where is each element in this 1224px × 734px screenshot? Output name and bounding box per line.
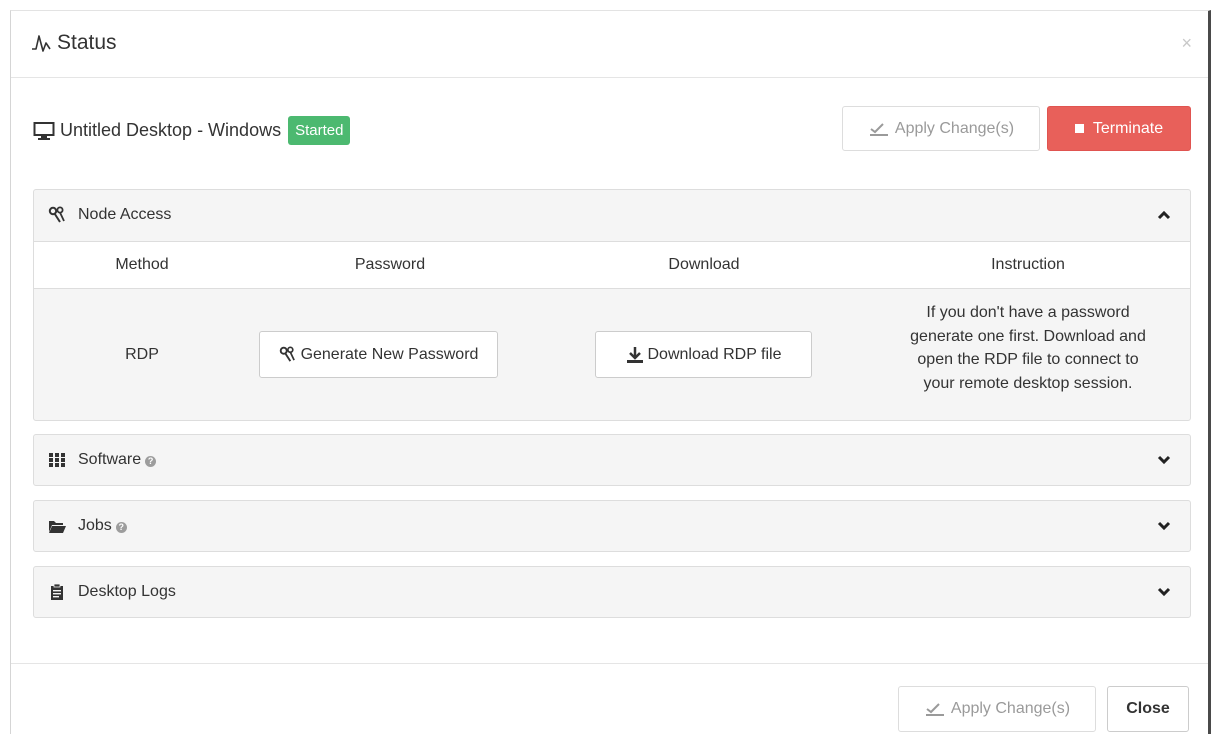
help-icon[interactable]: ?	[115, 521, 127, 533]
status-badge: Started	[288, 116, 351, 145]
download-rdp-label: Download RDP file	[647, 345, 782, 363]
terminate-label: Terminate	[1092, 119, 1164, 137]
desktop-logs-title: Desktop Logs	[78, 583, 176, 600]
modal-footer: Apply Change(s) Close	[11, 663, 1208, 734]
table-row: RDP Generate New Password Download RDP f…	[34, 289, 1190, 419]
monitor-icon	[33, 121, 55, 140]
generate-password-button[interactable]: Generate New Password	[259, 331, 498, 378]
instruction-line: your remote desktop session.	[923, 374, 1133, 392]
apply-changes-label: Apply Change(s)	[894, 119, 1015, 137]
generate-password-label: Generate New Password	[300, 345, 479, 363]
instruction-line: open the RDP file to connect to	[917, 351, 1139, 368]
close-button[interactable]: Close	[1107, 686, 1189, 732]
instruction-line: If you don't have a password	[926, 304, 1130, 321]
close-icon[interactable]: ×	[1181, 33, 1192, 54]
column-header-download: Download	[668, 256, 740, 273]
download-rdp-button[interactable]: Download RDP file	[595, 331, 812, 378]
apply-changes-button[interactable]: Apply Change(s)	[842, 106, 1040, 151]
instruction-line: generate one first. Download and	[910, 327, 1146, 345]
method-cell: RDP	[125, 346, 159, 363]
chevron-down-icon[interactable]	[1156, 518, 1172, 534]
apply-changes-label: Apply Change(s)	[950, 700, 1071, 717]
check-icon	[869, 122, 888, 136]
software-title: Software	[78, 451, 142, 468]
grid-icon	[49, 453, 65, 467]
node-access-panel: Node Access Method Password Download Ins…	[33, 189, 1191, 421]
chevron-down-icon[interactable]	[1156, 452, 1172, 468]
chevron-down-icon[interactable]	[1156, 584, 1172, 600]
stop-icon	[1074, 124, 1084, 133]
folder-open-icon	[49, 521, 66, 533]
desktop-logs-heading[interactable]: Desktop Logs	[34, 567, 1190, 617]
node-access-heading[interactable]: Node Access	[34, 190, 1190, 240]
modal-title-text: Status	[57, 31, 117, 54]
chevron-up-icon[interactable]	[1156, 207, 1172, 223]
desktop-logs-panel: Desktop Logs	[33, 566, 1191, 618]
column-header-instruction: Instruction	[991, 256, 1065, 273]
desktop-title: Untitled Desktop - Windows Started	[33, 116, 351, 145]
status-modal: Status × Untitled Desktop - Windows Star…	[10, 10, 1211, 734]
jobs-title: Jobs	[78, 517, 112, 534]
keys-icon	[279, 346, 295, 362]
software-panel: Software ?	[33, 434, 1191, 486]
software-heading[interactable]: Software ?	[34, 435, 1190, 485]
jobs-panel: Jobs ?	[33, 500, 1191, 552]
check-icon	[925, 703, 944, 716]
node-access-title: Node Access	[78, 206, 172, 223]
modal-title: Status	[31, 31, 117, 55]
modal-body: Untitled Desktop - Windows Started Apply…	[11, 78, 1208, 663]
jobs-heading[interactable]: Jobs ?	[34, 501, 1190, 551]
desktop-name: Untitled Desktop - Windows	[60, 120, 282, 140]
table-header-row: Method Password Download Instruction	[34, 241, 1190, 289]
modal-header: Status ×	[11, 11, 1208, 78]
clipboard-icon	[51, 583, 63, 600]
keys-icon	[48, 206, 65, 223]
apply-changes-button[interactable]: Apply Change(s)	[898, 686, 1096, 732]
column-header-password: Password	[354, 256, 426, 273]
download-icon	[626, 346, 643, 363]
column-header-method: Method	[115, 256, 169, 273]
help-icon[interactable]: ?	[145, 455, 157, 467]
terminate-button[interactable]: Terminate	[1047, 106, 1191, 151]
pulse-icon	[32, 35, 51, 52]
instruction-cell: If you don't have a password generate on…	[869, 301, 1187, 395]
